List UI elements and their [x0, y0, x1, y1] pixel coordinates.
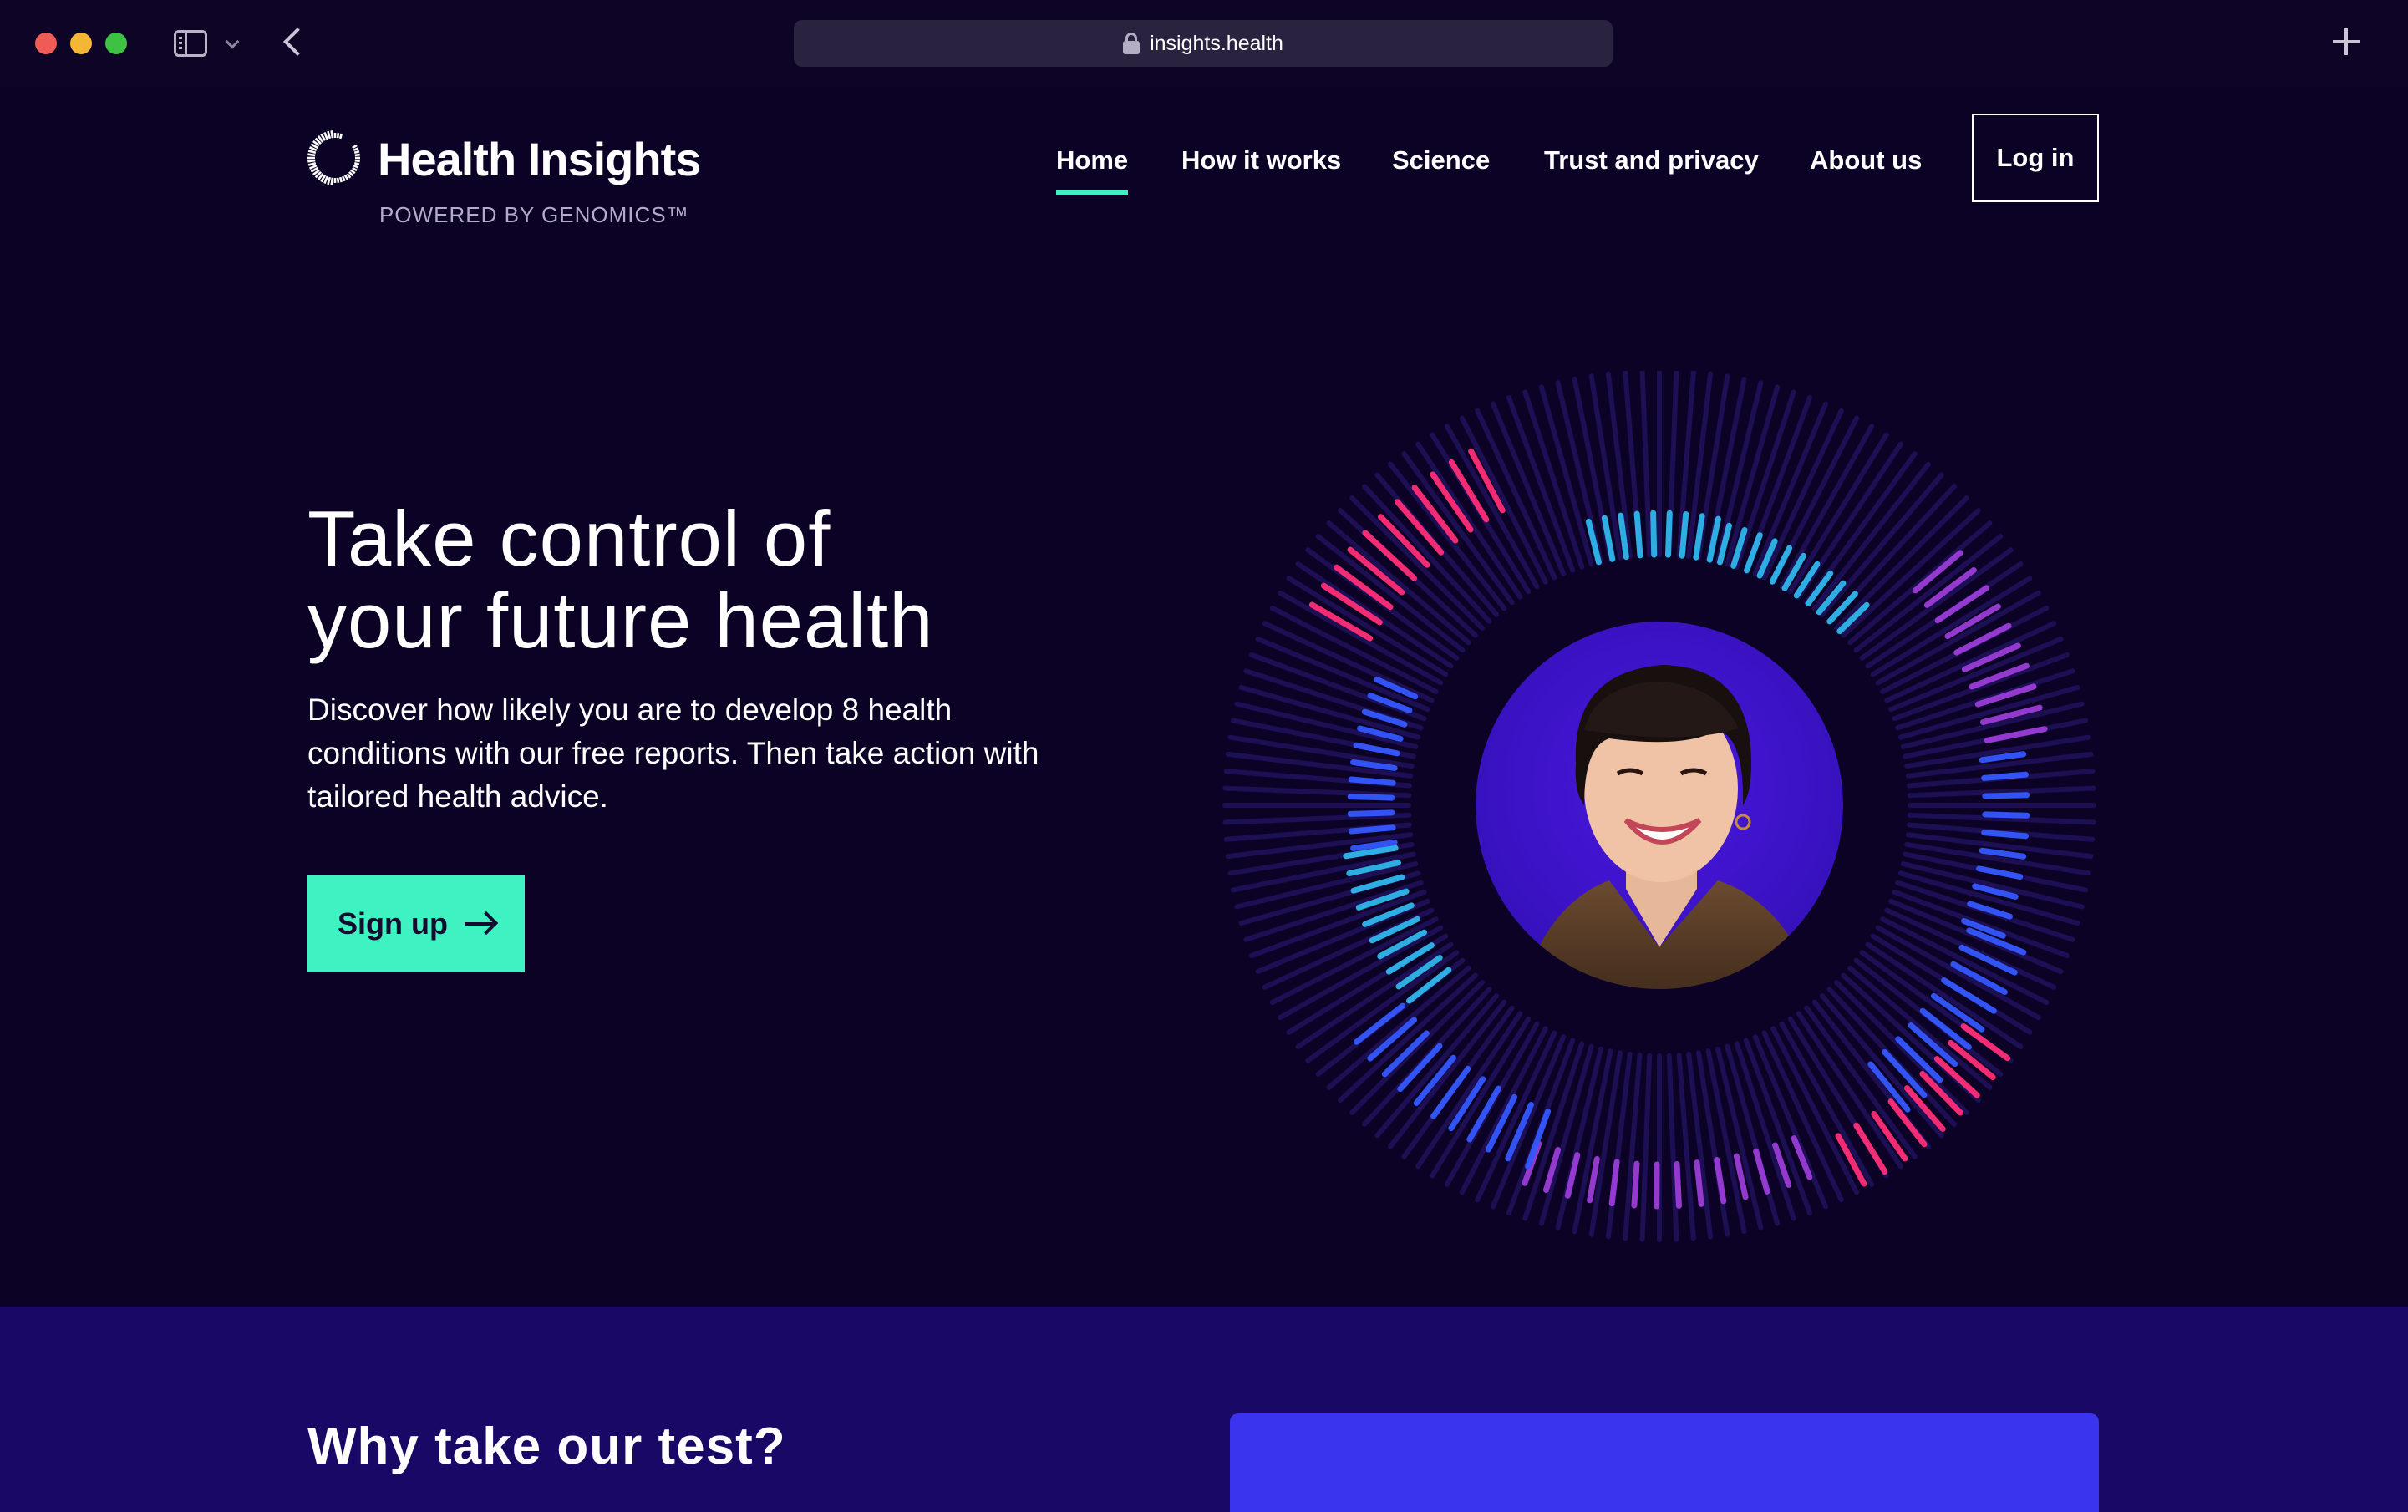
ring-tick: [1982, 792, 2030, 799]
hero-section: Health Insights POWERED BY GENOMICS™ Hom…: [0, 87, 2408, 1307]
ring-tick: [1664, 510, 1673, 558]
url-text: insights.health: [1150, 31, 1283, 55]
logo-tick: [327, 130, 332, 140]
browser-toolbar: insights.health: [0, 0, 2408, 87]
ring-tick: [1347, 809, 1395, 817]
ring-tick: [1631, 1160, 1640, 1209]
ring-tick: [1348, 776, 1396, 786]
back-icon[interactable]: [283, 28, 312, 56]
logo-tick: [338, 133, 343, 140]
avatar: [1476, 622, 1843, 989]
ring-tick: [1349, 980, 1485, 1115]
minimize-window-icon[interactable]: [70, 33, 92, 54]
ring-tick: [1222, 812, 1412, 825]
close-window-icon[interactable]: [35, 33, 57, 54]
nav-item-how-it-works[interactable]: How it works: [1181, 145, 1341, 175]
ring-tick: [1734, 389, 1796, 570]
nav-item-about-us[interactable]: About us: [1810, 145, 1922, 175]
signup-button[interactable]: Sign up: [307, 875, 525, 972]
ring-tick: [1666, 1053, 1679, 1242]
hero-subtitle: Discover how likely you are to develop 8…: [307, 693, 1039, 814]
nav-item-trust-and-privacy[interactable]: Trust and privacy: [1544, 145, 1759, 175]
ring-tick: [1639, 1053, 1653, 1242]
login-button[interactable]: Log in: [1972, 114, 2099, 202]
arrow-right-icon: [464, 911, 499, 936]
ring-tick: [1982, 811, 2030, 819]
nav-item-home[interactable]: Home: [1056, 145, 1129, 195]
chevron-down-icon[interactable]: [225, 34, 240, 49]
genome-ring-graphic: [1222, 371, 2096, 1242]
ring-tick: [1706, 515, 1721, 563]
ring-tick: [1353, 742, 1400, 757]
plus-icon[interactable]: [2333, 28, 2360, 55]
logo-tick: [330, 130, 334, 139]
ring-tick: [1714, 1156, 1727, 1205]
feature-card: [1230, 1413, 2099, 1512]
ring-tick: [1753, 1148, 1770, 1195]
ring-tick: [1608, 1159, 1620, 1207]
ring-tick: [1679, 510, 1689, 559]
ring-tick: [1639, 371, 1653, 558]
ring-tick: [1522, 1041, 1585, 1221]
ring-tick: [1976, 865, 2024, 880]
why-section: Why take our test?: [0, 1307, 2408, 1512]
ring-tick: [1347, 794, 1395, 801]
ring-tick: [1522, 389, 1585, 570]
ring-tick: [1969, 662, 2030, 690]
ring-tick: [1601, 515, 1616, 562]
sidebar-icon[interactable]: [174, 30, 207, 57]
ring-tick: [1222, 785, 1412, 799]
signup-label: Sign up: [338, 906, 448, 941]
ring-tick: [1984, 726, 2048, 743]
hero-title: Take control of your future health: [307, 498, 1143, 662]
ring-tick: [1348, 824, 1396, 835]
ring-tick: [1633, 510, 1643, 559]
address-bar[interactable]: insights.health: [794, 20, 1613, 67]
lock-icon: [1123, 33, 1140, 54]
brand-tagline: POWERED BY GENOMICS™: [379, 202, 689, 227]
ring-tick: [1674, 1160, 1682, 1209]
ring-tick: [1981, 830, 2029, 840]
section-title: Why take our test?: [307, 1418, 786, 1475]
hero-title-line-1: Take control of: [307, 495, 831, 582]
hero-title-line-2: your future health: [307, 576, 934, 664]
ring-tick: [1981, 771, 2029, 781]
nav-item-science[interactable]: Science: [1392, 145, 1490, 175]
zoom-window-icon[interactable]: [105, 33, 127, 54]
